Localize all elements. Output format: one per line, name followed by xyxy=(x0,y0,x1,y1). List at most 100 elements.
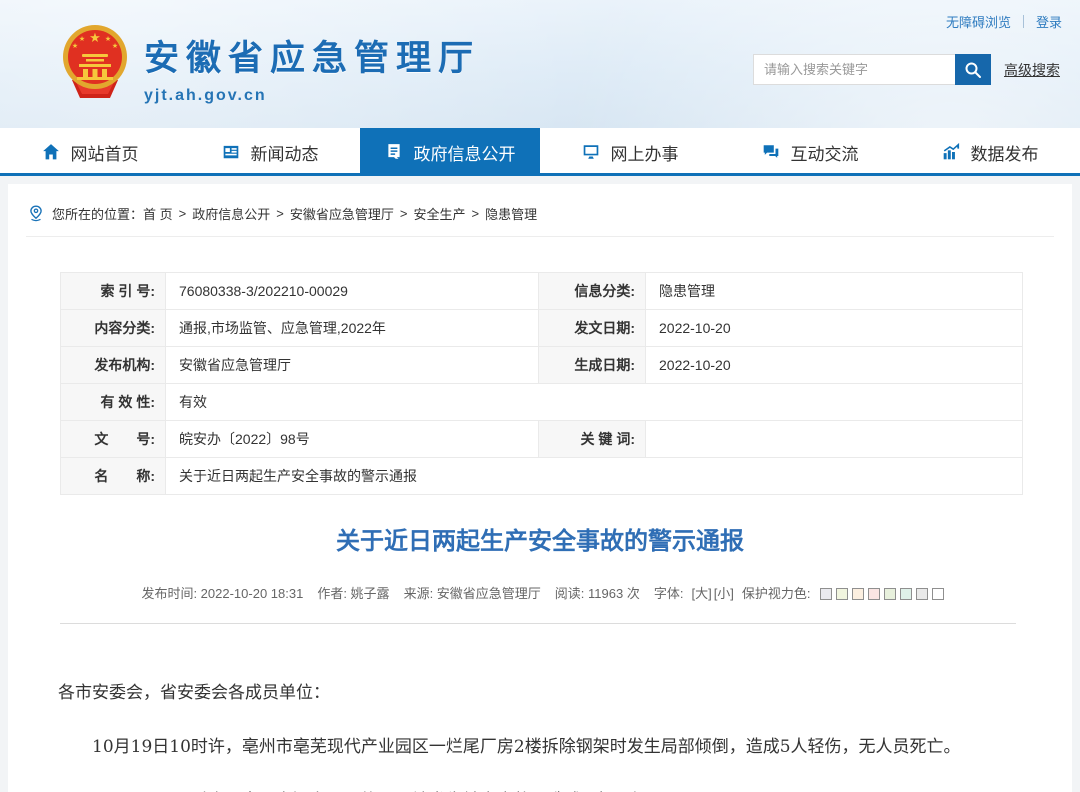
accessibility-link[interactable]: 无障碍浏览 xyxy=(946,12,1011,31)
site-title: 安徽省应急管理厅 xyxy=(144,30,480,81)
data-release-icon xyxy=(942,143,960,161)
search-button[interactable] xyxy=(955,54,991,85)
breadcrumb-item-home[interactable]: 首 页 xyxy=(143,204,173,223)
eye-protect-color-swatch[interactable] xyxy=(820,588,832,600)
site-header: 无障碍浏览 登录 ★ ★ ★ ★ ★ 安徽省应急管理厅 yjt.ah.gov.c… xyxy=(0,0,1080,128)
main-nav: 网站首页 新闻动态 政府信息公开 网上办事 互动交流 数据发布 xyxy=(0,128,1080,176)
breadcrumb-separator: > xyxy=(471,206,479,221)
login-link[interactable]: 登录 xyxy=(1036,12,1062,31)
top-links: 无障碍浏览 登录 xyxy=(946,12,1062,31)
eye-protect-color-swatch[interactable] xyxy=(932,588,944,600)
breadcrumb-item-department[interactable]: 安徽省应急管理厅 xyxy=(290,204,394,223)
breadcrumb-item-safety[interactable]: 安全生产 xyxy=(413,204,465,223)
site-brand: ★ ★ ★ ★ ★ 安徽省应急管理厅 yjt.ah.gov.cn xyxy=(60,24,480,105)
breadcrumb-prefix: 您所在的位置： xyxy=(52,204,143,223)
issue-date-value: 2022-10-20 xyxy=(646,310,1023,347)
font-larger-button[interactable]: [大] xyxy=(691,583,711,602)
publish-time: 发布时间: 2022-10-20 18:31 xyxy=(141,583,303,602)
eye-protect-swatches xyxy=(818,585,946,600)
eye-protect-label: 保护视力色: xyxy=(742,583,811,602)
breadcrumb-item-hazard[interactable]: 隐患管理 xyxy=(485,204,537,223)
national-emblem-logo: ★ ★ ★ ★ ★ xyxy=(60,24,130,102)
top-links-divider xyxy=(1023,15,1024,28)
breadcrumb-separator: > xyxy=(400,206,408,221)
breadcrumb: 您所在的位置： 首 页 > 政府信息公开 > 安徽省应急管理厅 > 安全生产 >… xyxy=(8,196,1072,236)
svg-text:★: ★ xyxy=(105,35,111,43)
site-domain: yjt.ah.gov.cn xyxy=(144,87,480,105)
online-services-icon xyxy=(582,143,600,161)
table-row: 内容分类: 通报,市场监管、应急管理,2022年 发文日期: 2022-10-2… xyxy=(61,310,1023,347)
doc-number-label: 文 号: xyxy=(61,421,166,458)
index-number-value: 76080338-3/202210-00029 xyxy=(166,273,539,310)
home-icon xyxy=(42,143,60,161)
font-smaller-button[interactable]: [小] xyxy=(714,583,734,602)
search-input[interactable] xyxy=(753,54,955,85)
index-number-label: 索 引 号: xyxy=(61,273,166,310)
nav-item-label: 数据发布 xyxy=(971,140,1039,165)
keywords-label: 关 键 词: xyxy=(539,421,646,458)
article-paragraph: 各市安委会，省安委会各成员单位： xyxy=(58,680,1020,707)
info-category-value: 隐患管理 xyxy=(646,273,1023,310)
eye-protect-color-swatch[interactable] xyxy=(836,588,848,600)
publisher-value: 安徽省应急管理厅 xyxy=(166,347,539,384)
eye-protect-color-swatch[interactable] xyxy=(884,588,896,600)
table-row: 有 效 性: 有效 xyxy=(61,384,1023,421)
view-count: 阅读: 11963 次 xyxy=(555,583,640,602)
nav-item-label: 互动交流 xyxy=(791,140,859,165)
issue-date-label: 发文日期: xyxy=(539,310,646,347)
validity-value: 有效 xyxy=(166,384,1023,421)
create-date-label: 生成日期: xyxy=(539,347,646,384)
nav-item-gov-info[interactable]: 政府信息公开 xyxy=(360,128,540,176)
location-pin-icon xyxy=(28,205,44,222)
table-row: 名 称: 关于近日两起生产安全事故的警示通报 xyxy=(61,458,1023,495)
nav-item-label: 网站首页 xyxy=(71,140,139,165)
svg-text:★: ★ xyxy=(112,42,118,50)
breadcrumb-separator: > xyxy=(276,206,284,221)
article-meta: 发布时间: 2022-10-20 18:31 作者: 姚子露 来源: 安徽省应急… xyxy=(8,583,1072,602)
breadcrumb-item-gov-info[interactable]: 政府信息公开 xyxy=(192,204,270,223)
article-author: 作者: 姚子露 xyxy=(317,583,389,602)
content-category-value: 通报,市场监管、应急管理,2022年 xyxy=(166,310,539,347)
keywords-value xyxy=(646,421,1023,458)
article-paragraph: 10月20日12时许，阜阳市颍东区一施工工地发生触电事故，造成3人死亡。 xyxy=(58,788,1020,792)
article-source: 来源: 安徽省应急管理厅 xyxy=(404,583,541,602)
nav-item-label: 政府信息公开 xyxy=(414,140,516,165)
font-size-label: 字体: xyxy=(654,583,684,602)
nav-item-data-release[interactable]: 数据发布 xyxy=(900,128,1080,176)
svg-text:★: ★ xyxy=(89,30,101,45)
search-area: 高级搜索 xyxy=(753,54,1060,85)
breadcrumb-divider xyxy=(26,236,1054,237)
name-value: 关于近日两起生产安全事故的警示通报 xyxy=(166,458,1023,495)
gov-info-icon xyxy=(385,143,403,161)
news-icon xyxy=(222,143,240,161)
nav-item-news[interactable]: 新闻动态 xyxy=(180,128,360,176)
content-background: 您所在的位置： 首 页 > 政府信息公开 > 安徽省应急管理厅 > 安全生产 >… xyxy=(0,176,1080,792)
interaction-icon xyxy=(762,143,780,161)
document-info-table: 索 引 号: 76080338-3/202210-00029 信息分类: 隐患管… xyxy=(60,272,1023,495)
info-category-label: 信息分类: xyxy=(539,273,646,310)
search-icon xyxy=(964,61,982,79)
create-date-value: 2022-10-20 xyxy=(646,347,1023,384)
eye-protect-color-swatch[interactable] xyxy=(852,588,864,600)
table-row: 索 引 号: 76080338-3/202210-00029 信息分类: 隐患管… xyxy=(61,273,1023,310)
eye-protect-color-swatch[interactable] xyxy=(868,588,880,600)
breadcrumb-separator: > xyxy=(179,206,187,221)
nav-item-home[interactable]: 网站首页 xyxy=(0,128,180,176)
article-title: 关于近日两起生产安全事故的警示通报 xyxy=(8,521,1072,556)
nav-item-interaction[interactable]: 互动交流 xyxy=(720,128,900,176)
article-paragraph: 10月19日10时许，亳州市亳芜现代产业园区一烂尾厂房2楼拆除钢架时发生局部倾倒… xyxy=(58,734,1020,761)
publisher-label: 发布机构: xyxy=(61,347,166,384)
svg-text:★: ★ xyxy=(72,42,78,50)
nav-item-label: 新闻动态 xyxy=(251,140,319,165)
name-label: 名 称: xyxy=(61,458,166,495)
table-row: 发布机构: 安徽省应急管理厅 生成日期: 2022-10-20 xyxy=(61,347,1023,384)
eye-protect-color-swatch[interactable] xyxy=(900,588,912,600)
svg-text:★: ★ xyxy=(79,35,85,43)
eye-protect-color-swatch[interactable] xyxy=(916,588,928,600)
table-row: 文 号: 皖安办〔2022〕98号 关 键 词: xyxy=(61,421,1023,458)
nav-item-label: 网上办事 xyxy=(611,140,679,165)
nav-item-online-services[interactable]: 网上办事 xyxy=(540,128,720,176)
main-card: 您所在的位置： 首 页 > 政府信息公开 > 安徽省应急管理厅 > 安全生产 >… xyxy=(8,184,1072,792)
article-body: 各市安委会，省安委会各成员单位： 10月19日10时许，亳州市亳芜现代产业园区一… xyxy=(8,624,1072,792)
advanced-search-link[interactable]: 高级搜索 xyxy=(1004,60,1060,80)
